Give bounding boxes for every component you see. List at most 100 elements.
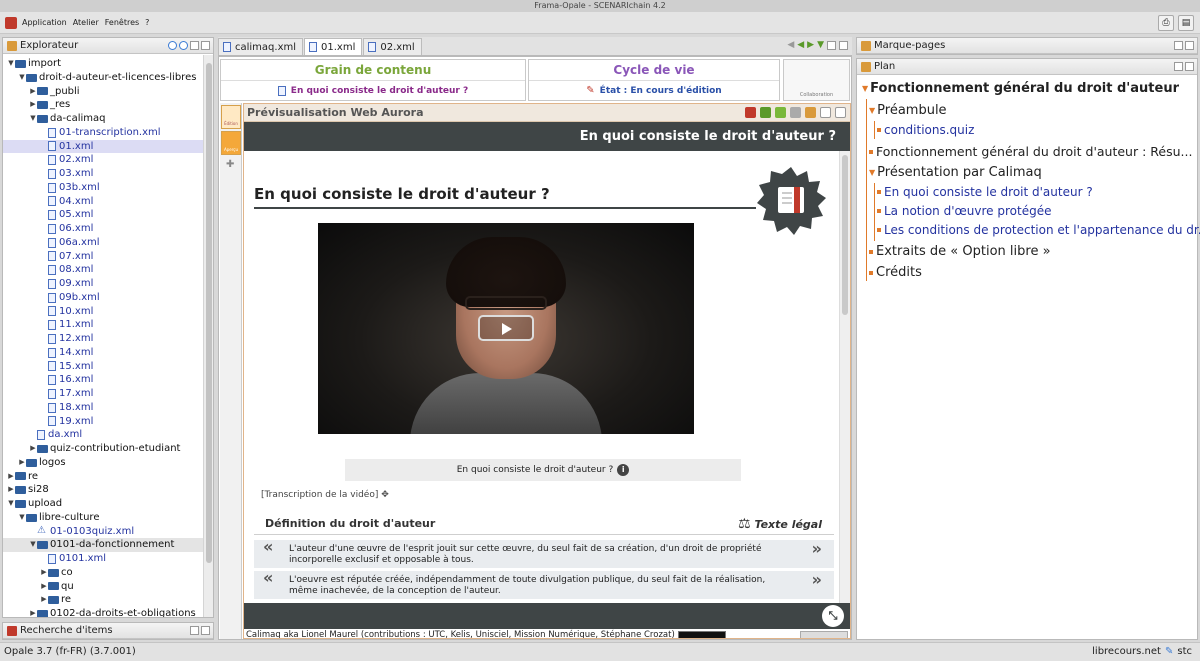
tree-file[interactable]: 08.xml (3, 263, 203, 277)
minimize-icon[interactable] (190, 41, 199, 50)
menu-help[interactable]: ? (145, 18, 149, 27)
tree-file[interactable]: 11.xml (3, 318, 203, 332)
tree-folder[interactable]: ▼ da-calimaq (3, 112, 203, 126)
tree-folder[interactable]: ▼ 0101-da-fonctionnement (3, 538, 203, 552)
search-header[interactable]: Recherche d'items (3, 623, 213, 639)
preview-minimize-icon[interactable] (820, 107, 831, 118)
collapsed-arrow-icon[interactable]: ▶ (40, 593, 48, 607)
info-icon[interactable]: i (617, 464, 630, 476)
collapsed-arrow-icon[interactable]: ▶ (18, 456, 26, 470)
plan-item-preambule[interactable]: ▼ Préambule (869, 103, 947, 118)
plan-maximize-icon[interactable] (1185, 62, 1194, 71)
explorer-scroll-thumb[interactable] (206, 63, 212, 563)
menu-fenetres[interactable]: Fenêtres (105, 18, 139, 27)
tree-file[interactable]: 17.xml (3, 387, 203, 401)
prev-arrow-icon[interactable]: ◀ (797, 40, 804, 50)
tree-file[interactable]: da.xml (3, 428, 203, 442)
tree-file[interactable]: ⚠ 01-0103quiz.xml (3, 525, 203, 539)
tree-file[interactable]: 03.xml (3, 167, 203, 181)
tree-file[interactable]: 15.xml (3, 360, 203, 374)
edit-mode-button[interactable]: Édition (221, 105, 241, 129)
layout-icon[interactable]: ▤ (1178, 15, 1194, 31)
tree-folder[interactable]: ▶ _res (3, 98, 203, 112)
tree-file[interactable]: 09b.xml (3, 291, 203, 305)
tree-folder[interactable]: ▼ libre-culture (3, 511, 203, 525)
print-icon[interactable]: ⎙ (1158, 15, 1174, 31)
collapsed-arrow-icon[interactable]: ▶ (7, 470, 15, 484)
settings-icon[interactable] (805, 107, 816, 118)
plan-item-current[interactable]: En quoi consiste le droit d'auteur ? (877, 185, 1093, 199)
next-arrow-icon[interactable]: ▶ (807, 40, 814, 50)
prev-page-icon[interactable] (775, 107, 786, 118)
tree-file[interactable]: 10.xml (3, 305, 203, 319)
tree-file[interactable]: 02.xml (3, 153, 203, 167)
expanded-arrow-icon[interactable]: ▼ (7, 497, 15, 511)
back-arrow-icon[interactable]: ◀ (787, 40, 794, 50)
plan-item-presentation[interactable]: ▼ Présentation par Calimaq (869, 165, 1042, 180)
plan-item-credits[interactable]: Crédits (869, 265, 922, 280)
tree-folder[interactable]: ▼ upload (3, 497, 203, 511)
tree-folder[interactable]: ▶ re (3, 593, 203, 607)
tree-folder[interactable]: ▶ logos (3, 456, 203, 470)
cycle-state[interactable]: État : En cours d'édition (600, 81, 722, 101)
plan-item-oeuvre[interactable]: La notion d'œuvre protégée (877, 204, 1051, 218)
plan-minimize-icon[interactable] (1174, 62, 1183, 71)
collapsed-arrow-icon[interactable]: ▶ (29, 85, 37, 99)
preview-maximize-icon[interactable] (835, 107, 846, 118)
collapsed-arrow-icon[interactable]: ▶ (40, 566, 48, 580)
tree-folder[interactable]: ▶ co (3, 566, 203, 580)
explorer-scrollbar[interactable] (203, 55, 213, 617)
tree-file[interactable]: 18.xml (3, 401, 203, 415)
tree-file[interactable]: 01.xml (3, 139, 203, 154)
tree-folder[interactable]: ▶ quiz-contribution-etudiant (3, 442, 203, 456)
tree-folder[interactable]: ▶ re (3, 470, 203, 484)
preview-scroll-thumb[interactable] (842, 155, 848, 315)
tree-file[interactable]: 03b.xml (3, 181, 203, 195)
transcription-link[interactable]: [Transcription de la vidéo] ✥ (261, 490, 389, 500)
tree-file[interactable]: 07.xml (3, 250, 203, 264)
tree-folder[interactable]: ▶ qu (3, 580, 203, 594)
plan-item-resume[interactable]: Fonctionnement général du droit d'auteur… (869, 144, 1192, 159)
editor-minimize-icon[interactable] (827, 40, 836, 50)
collapsed-arrow-icon[interactable]: ▶ (7, 483, 15, 497)
tree-file[interactable]: 16.xml (3, 373, 203, 387)
tab-calimaq[interactable]: calimaq.xml (218, 38, 304, 55)
search-minimize-icon[interactable] (190, 626, 199, 635)
collapsed-arrow-icon[interactable]: ▶ (29, 607, 37, 617)
tree-file[interactable]: 06a.xml (3, 236, 203, 250)
plan-root[interactable]: ▼ Fonctionnement général du droit d'auteu… (862, 81, 1179, 96)
tree-folder[interactable]: ▶ _publi (3, 85, 203, 99)
editor-maximize-icon[interactable] (839, 40, 848, 50)
expanded-arrow-icon[interactable]: ▼ (29, 538, 37, 552)
collaboration-button[interactable]: Collaboration (783, 59, 850, 101)
app-home-icon[interactable] (5, 16, 17, 29)
menu-application[interactable]: Application (22, 18, 67, 27)
video-player[interactable] (318, 223, 694, 434)
chevron-down-icon[interactable]: ▼ (817, 40, 824, 50)
grain-title[interactable]: En quoi consiste le droit d'auteur ? (291, 81, 468, 101)
tree-file[interactable]: 09.xml (3, 277, 203, 291)
refresh-icon[interactable] (760, 107, 771, 118)
plan-item-extraits[interactable]: Extraits de « Option libre » (869, 244, 1051, 259)
collapse-arrow-icon[interactable]: ▼ (869, 168, 875, 177)
collapse-arrow-icon[interactable]: ▼ (862, 84, 868, 93)
fullscreen-icon[interactable]: ⤡ (822, 605, 844, 627)
tree-file[interactable]: 12.xml (3, 332, 203, 346)
collapsed-arrow-icon[interactable]: ▶ (29, 442, 37, 456)
tab-01[interactable]: 01.xml (304, 38, 363, 55)
expanded-arrow-icon[interactable]: ▼ (18, 71, 26, 85)
preview-scrollbar[interactable] (839, 151, 850, 603)
tree-file[interactable]: 19.xml (3, 415, 203, 429)
tree-folder[interactable]: ▼ import (3, 57, 203, 71)
tree-file[interactable]: 0101.xml (3, 552, 203, 566)
maximize-icon[interactable] (201, 41, 210, 50)
bookmarks-minimize-icon[interactable] (1174, 41, 1183, 50)
bookmarks-maximize-icon[interactable] (1185, 41, 1194, 50)
collapsed-arrow-icon[interactable]: ▶ (40, 580, 48, 594)
search-maximize-icon[interactable] (201, 626, 210, 635)
home-icon[interactable] (745, 107, 756, 118)
expanded-arrow-icon[interactable]: ▼ (29, 112, 37, 126)
play-icon[interactable] (478, 315, 534, 341)
sync-icon[interactable] (168, 41, 177, 50)
tree-folder[interactable]: ▼ droit-d-auteur-et-licences-libres (3, 71, 203, 85)
